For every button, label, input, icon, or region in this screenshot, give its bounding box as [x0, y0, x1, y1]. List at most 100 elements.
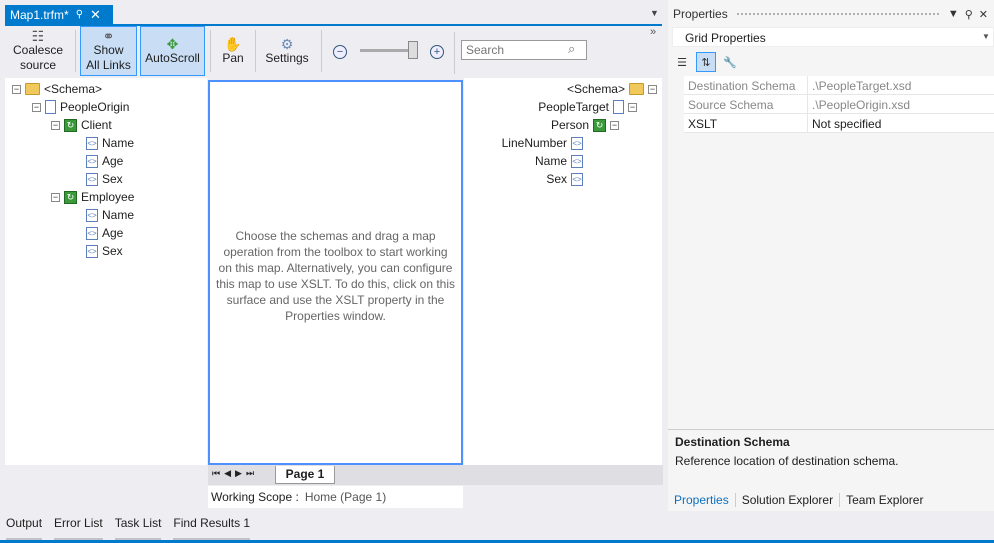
show-all-links-button[interactable]: ⚭ Show All Links: [80, 26, 137, 76]
document-tab-label: Map1.trfm*: [10, 7, 69, 22]
employee-label: Employee: [81, 190, 135, 204]
field-label: Age: [102, 154, 124, 168]
record-icon: ↻: [64, 190, 77, 204]
zoom-slider-thumb[interactable]: [408, 41, 418, 59]
field-icon: <>: [86, 226, 98, 240]
property-row[interactable]: Source Schema .\PeopleOrigin.xsd: [684, 95, 994, 114]
field-icon: <>: [571, 136, 583, 150]
tab-properties[interactable]: Properties: [674, 493, 736, 507]
document-icon: [613, 100, 624, 114]
collapse-icon[interactable]: −: [51, 120, 60, 130]
description-divider[interactable]: [668, 429, 994, 430]
field-node[interactable]: <> Name: [86, 136, 134, 150]
coalesce-label-2: source: [19, 58, 57, 72]
field-node[interactable]: <> Name: [86, 208, 134, 222]
right-panel-tabs: Properties Solution Explorer Team Explor…: [668, 489, 994, 511]
tab-output[interactable]: Output: [6, 516, 43, 542]
person-label: Person: [550, 118, 589, 132]
zoom-out-icon[interactable]: −: [333, 45, 347, 59]
field-node[interactable]: <> Sex: [86, 244, 123, 258]
properties-object-selector[interactable]: Grid Properties: [672, 27, 994, 47]
field-node[interactable]: <> Age: [86, 154, 123, 168]
map-grid-surface[interactable]: Choose the schemas and drag a map operat…: [208, 80, 463, 465]
settings-button[interactable]: ⚙ Settings: [259, 26, 315, 76]
toolbar-separator: [255, 30, 256, 72]
description-text: Reference location of destination schema…: [675, 454, 899, 468]
next-page-icon[interactable]: ▶: [235, 468, 246, 478]
description-title: Destination Schema: [675, 435, 790, 449]
wrench-icon[interactable]: 🔧: [720, 52, 740, 72]
tab-overflow-dropdown-icon[interactable]: ▼: [650, 8, 659, 18]
page-tab[interactable]: Page 1: [275, 466, 335, 484]
collapse-icon[interactable]: −: [610, 120, 619, 130]
field-node[interactable]: Name <>: [535, 154, 583, 168]
client-record-node[interactable]: − ↻ Client: [51, 118, 112, 132]
document-tab[interactable]: Map1.trfm* ⚲ ✕: [5, 5, 113, 24]
last-page-icon[interactable]: ⏭: [246, 468, 258, 478]
pan-label: Pan: [222, 50, 244, 65]
prev-page-icon[interactable]: ◀: [224, 468, 235, 478]
toolbar-separator: [454, 32, 455, 74]
field-icon: <>: [86, 208, 98, 222]
source-schema-node[interactable]: − <Schema>: [12, 82, 102, 96]
panel-dropdown-icon[interactable]: ▼: [948, 8, 959, 20]
collapse-icon[interactable]: −: [628, 102, 637, 112]
categorized-icon[interactable]: ☰: [672, 52, 692, 72]
bottom-tool-tabs: Output Error List Task List Find Results…: [0, 511, 994, 543]
employee-record-node[interactable]: − ↻ Employee: [51, 190, 134, 204]
collapse-icon[interactable]: −: [12, 84, 21, 94]
field-label: Name: [102, 208, 135, 222]
show-label-1: Show: [93, 43, 124, 57]
pin-icon[interactable]: ⚲: [965, 8, 973, 21]
close-icon[interactable]: ✕: [90, 7, 101, 23]
zoom-slider[interactable]: [360, 49, 415, 52]
property-value[interactable]: Not specified: [808, 114, 885, 132]
zoom-in-icon[interactable]: +: [430, 45, 444, 59]
field-node[interactable]: LineNumber <>: [502, 136, 583, 150]
property-grid: Destination Schema .\PeopleTarget.xsd So…: [684, 76, 994, 133]
property-value[interactable]: .\PeopleTarget.xsd: [808, 76, 915, 94]
search-icon[interactable]: ⌕: [568, 41, 575, 57]
collapse-icon[interactable]: −: [648, 84, 657, 94]
show-label-2: All Links: [86, 58, 131, 72]
target-root-node[interactable]: PeopleTarget −: [538, 100, 637, 114]
person-record-node[interactable]: Person ↻ −: [551, 118, 619, 132]
autoscroll-label: AutoScroll: [145, 50, 200, 65]
field-node[interactable]: Sex <>: [546, 172, 583, 186]
collapse-icon[interactable]: −: [32, 102, 41, 112]
source-root-node[interactable]: − PeopleOrigin: [32, 100, 129, 114]
target-schema-node[interactable]: <Schema> −: [567, 82, 657, 96]
field-node[interactable]: <> Sex: [86, 172, 123, 186]
alphabetical-icon[interactable]: ⇅: [696, 52, 716, 72]
source-root-label: PeopleOrigin: [60, 100, 130, 114]
close-icon[interactable]: ✕: [979, 8, 988, 21]
tab-solution-explorer[interactable]: Solution Explorer: [742, 493, 841, 507]
tab-team-explorer[interactable]: Team Explorer: [846, 493, 929, 507]
toolbar-overflow-icon[interactable]: »: [650, 26, 656, 38]
collapse-icon[interactable]: −: [51, 192, 60, 202]
field-icon: <>: [571, 154, 583, 168]
pan-button[interactable]: ✋ Pan: [215, 26, 251, 76]
pin-icon[interactable]: ⚲: [76, 9, 83, 20]
autoscroll-button[interactable]: ✥ AutoScroll: [140, 26, 205, 76]
page-navigation[interactable]: ⏮◀▶⏭: [212, 468, 258, 479]
field-label: Age: [102, 226, 124, 240]
working-scope-label: Working Scope :: [211, 490, 299, 504]
tab-task-list[interactable]: Task List: [114, 516, 162, 542]
property-row[interactable]: Destination Schema .\PeopleTarget.xsd: [684, 76, 994, 95]
toolbar-separator: [321, 30, 322, 72]
tab-error-list[interactable]: Error List: [54, 516, 103, 542]
property-value[interactable]: .\PeopleOrigin.xsd: [808, 95, 914, 113]
field-node[interactable]: <> Age: [86, 226, 123, 240]
chevron-down-icon[interactable]: ▼: [982, 32, 990, 41]
working-scope-row: Working Scope : Home (Page 1): [208, 486, 463, 508]
first-page-icon[interactable]: ⏮: [212, 468, 224, 478]
field-label: Sex: [102, 244, 123, 258]
link-icon: ⚭: [102, 28, 115, 44]
tab-find-results[interactable]: Find Results 1: [173, 516, 251, 542]
coalesce-source-button[interactable]: ☷ Coalesce source: [7, 26, 69, 76]
property-row[interactable]: XSLT Not specified: [684, 114, 994, 133]
hand-icon: ✋: [224, 35, 242, 52]
target-schema-pane: <Schema> − PeopleTarget − Person ↻ − Lin…: [464, 78, 662, 465]
working-scope-value: Home (Page 1): [304, 490, 387, 504]
